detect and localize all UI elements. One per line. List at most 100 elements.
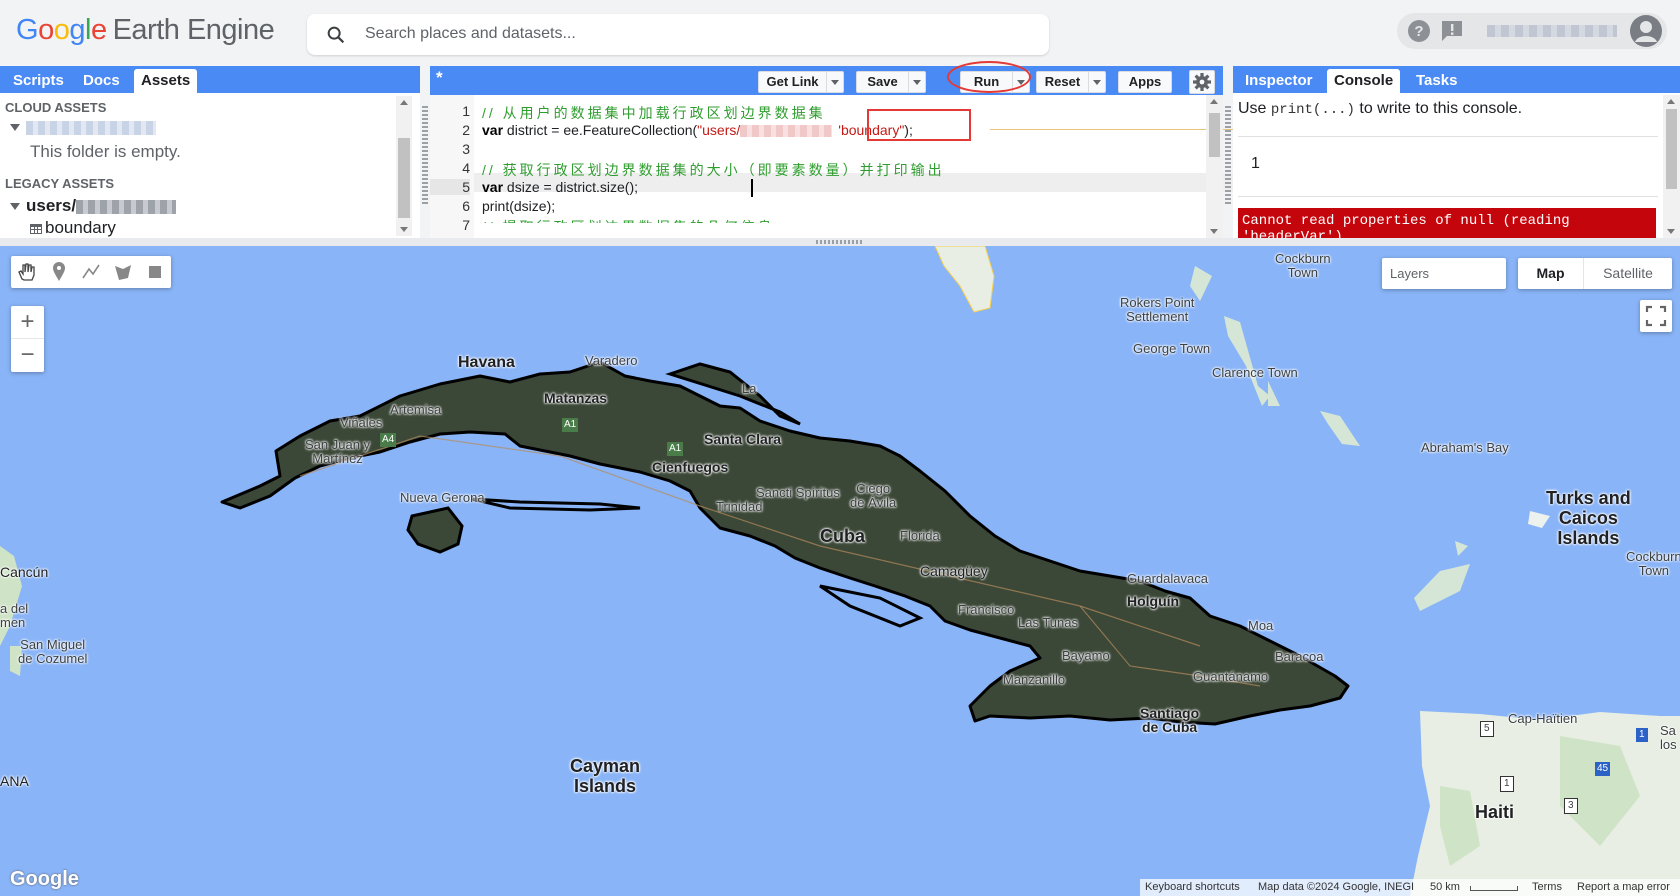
map-data-attribution: Map data ©2024 Google, INEGI [1258,881,1415,893]
zoom-in-button[interactable]: + [11,306,44,339]
expand-triangle-icon [10,203,20,211]
run-dropdown-icon[interactable] [1012,72,1029,92]
map-label-cockburn-town-east: Cockburn Town [1626,549,1680,578]
tab-tasks[interactable]: Tasks [1409,69,1464,93]
feedback-icon[interactable] [1439,18,1465,44]
left-tabbar: Scripts Docs Assets [0,66,420,93]
reset-button[interactable]: Reset [1036,71,1106,93]
google-map-logo: Google [10,868,79,890]
map-label-ciego: Ciego de Ávila [850,481,897,510]
map-label-bayamo: Bayamo [1062,648,1110,663]
search-input[interactable] [365,22,1025,46]
tab-docs[interactable]: Docs [76,69,127,93]
save-dropdown-icon[interactable] [908,72,925,92]
map-label-havana: Havana [458,354,515,371]
search-box[interactable] [307,14,1049,55]
report-map-error-link[interactable]: Report a map error [1577,881,1670,893]
pan-hand-icon[interactable] [11,256,43,288]
road-shield-a4: A4 [380,433,397,447]
asset-item-boundary[interactable]: boundary [30,218,116,238]
right-splitter-grip[interactable] [1225,106,1231,206]
save-button[interactable]: Save [856,71,926,93]
reset-dropdown-icon[interactable] [1088,72,1105,92]
tab-scripts[interactable]: Scripts [6,69,71,93]
cloud-project-row[interactable] [10,119,156,137]
code-editor-panel: * Get Link Save Run Reset Apps 1 2 3 4 5… [422,66,1275,238]
tab-inspector[interactable]: Inspector [1238,69,1320,93]
right-tabbar: Inspector Console Tasks [1233,66,1680,93]
legacy-assets-heading: LEGACY ASSETS [5,176,115,191]
code-line-8: // 提取行政区划边界数据集的几何信息 [482,217,775,223]
console-error-message[interactable]: Cannot read properties of null (reading … [1238,208,1656,238]
map-view[interactable]: Havana Varadero La Matanzas Artemisa Viñ… [0,246,1680,896]
line-number-gutter: 1 2 3 4 5 6 7 8 [430,95,474,238]
app-header: GoogleEarth Engine ? [0,0,1680,66]
tab-console[interactable]: Console [1327,69,1401,93]
console-output-value: 1 [1251,155,1260,172]
map-label-cienfuegos: Cienfuegos [652,459,729,475]
map-label-manzanillo: Manzanillo [1003,672,1066,687]
map-label-moa: Moa [1248,618,1274,633]
map-label-camaguey: Camagüey [920,563,988,579]
map-label-santiago: Santiago de Cuba [1140,705,1200,735]
assets-scrollbar[interactable] [396,96,412,236]
horizontal-splitter[interactable] [0,238,1680,246]
keyboard-shortcuts-link[interactable]: Keyboard shortcuts [1145,881,1240,893]
map-label-cayman: Cayman Islands [570,756,641,796]
map-label-cockburn-town-north: Cockburn Town [1275,251,1331,280]
code-line-5: var dsize = district.size(); [482,179,639,195]
header-account-area: ? [1397,13,1667,49]
settings-button[interactable] [1189,70,1215,94]
assets-panel: Scripts Docs Assets CLOUD ASSETS This fo… [0,66,420,238]
gear-icon [1193,73,1211,91]
project-name-redacted [26,120,156,135]
rectangle-tool-icon[interactable] [139,256,171,288]
tab-assets[interactable]: Assets [134,69,198,93]
layers-dropdown[interactable]: Layers [1382,258,1506,289]
console-scrollbar[interactable] [1663,95,1680,238]
zoom-out-button[interactable]: − [11,339,44,372]
avatar-icon[interactable] [1630,15,1662,47]
map-label-ana: ANA [0,773,29,789]
map-label-george-town: George Town [1133,341,1211,356]
code-line-2: var district = ee.FeatureCollection("use… [482,122,913,138]
map-type-map[interactable]: Map [1518,258,1584,289]
get-link-dropdown-icon[interactable] [826,72,843,92]
earth-engine-logo[interactable]: Google Earth Engine [16,14,275,47]
terms-link[interactable]: Terms [1532,881,1562,893]
zoom-control: + − [11,306,44,372]
editor-scrollbar[interactable] [1206,95,1223,238]
map-label-matanzas: Matanzas [544,390,608,406]
get-link-button[interactable]: Get Link [758,71,844,93]
left-splitter-grip[interactable] [422,106,428,206]
run-button[interactable]: Run [960,71,1030,93]
help-icon[interactable]: ? [1406,18,1432,44]
drawing-toolbar [11,256,171,288]
console-divider [1238,196,1658,197]
road-shield-a1: A1 [562,418,579,432]
svg-text:?: ? [1414,23,1423,40]
polygon-tool-icon[interactable] [107,256,139,288]
map-label-sa-los: Sa los [1660,723,1677,752]
editor-toolbar: * Get Link Save Run Reset Apps [430,66,1223,95]
expand-triangle-icon [10,124,20,132]
line-tool-icon[interactable] [75,256,107,288]
code-line-6: print(dsize); [482,198,556,214]
map-label-varadero: Varadero [585,353,638,368]
map-label-haiti: Haiti [1475,802,1515,822]
point-marker-icon[interactable] [43,256,75,288]
console-divider [1238,136,1658,137]
cloud-assets-heading: CLOUD ASSETS [5,100,107,115]
map-label-holguin: Holguín [1127,593,1180,609]
road-shield-1: 1 [1500,776,1514,792]
fullscreen-button[interactable] [1640,300,1672,332]
map-label-nueva-gerona: Nueva Gerona [400,490,485,505]
map-label-cancun: Cancún [0,564,49,580]
map-label-cap-haitien: Cap-Haïtien [1508,711,1578,726]
map-type-satellite[interactable]: Satellite [1584,258,1672,289]
search-icon [327,26,345,44]
apps-button[interactable]: Apps [1118,71,1172,93]
table-icon [30,223,42,234]
unsaved-indicator: * [436,68,443,87]
legacy-user-folder[interactable]: users/ [10,196,177,216]
